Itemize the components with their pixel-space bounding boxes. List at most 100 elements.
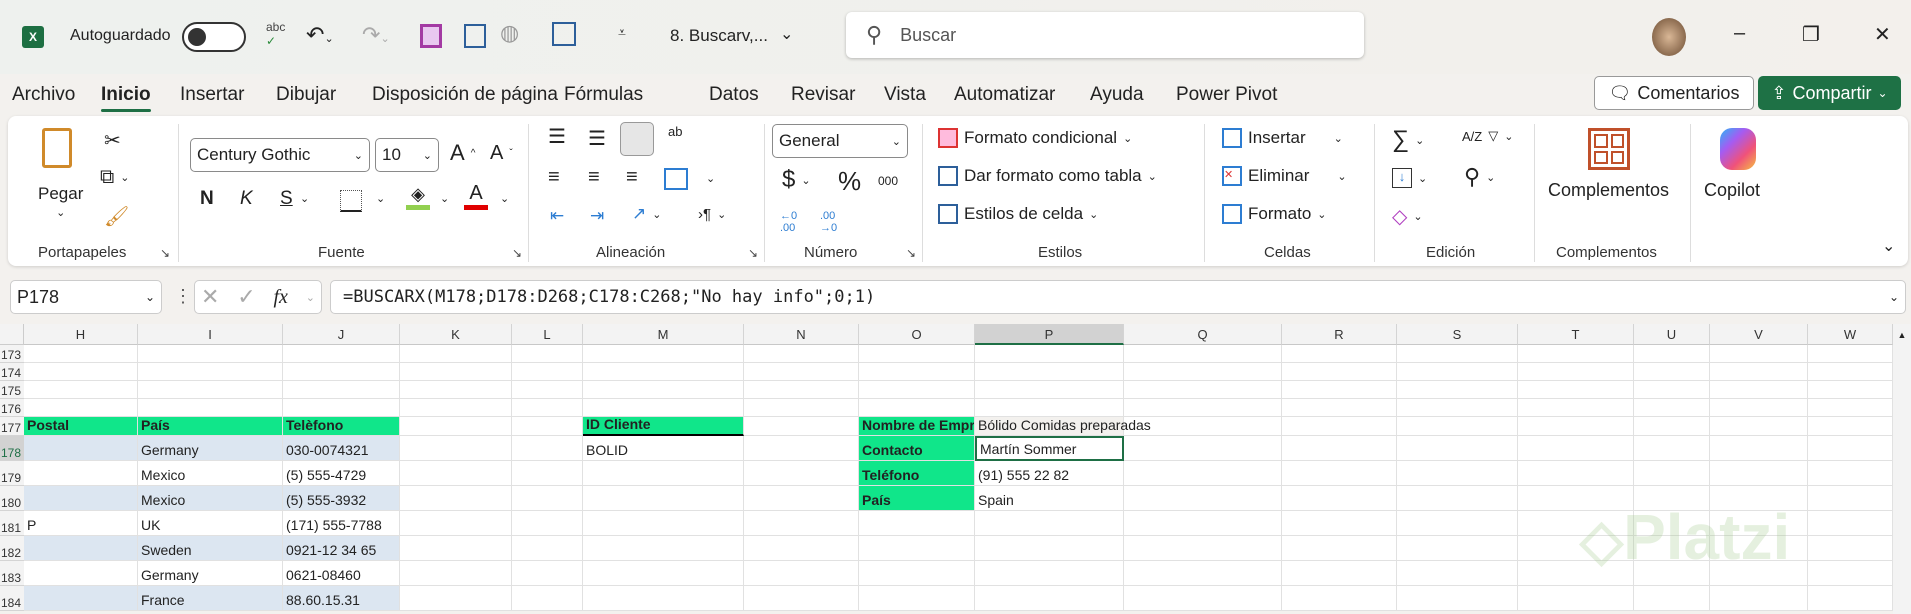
cell-S182[interactable] [1397,536,1518,561]
cell-L178[interactable] [512,436,583,461]
cell-Q182[interactable] [1124,536,1282,561]
spelling-icon[interactable]: abc ✓ [266,20,285,48]
cell-K173[interactable] [400,345,512,363]
cell-M177[interactable]: ID Cliente [583,417,744,436]
cell-P179[interactable]: (91) 555 22 82 [975,461,1124,486]
chevron-down-icon[interactable]: ⌄ [706,172,715,185]
cell-K177[interactable] [400,417,512,436]
cell-I180[interactable]: Mexico [138,486,283,511]
cell-J173[interactable] [283,345,400,363]
cell-L182[interactable] [512,536,583,561]
cell-W179[interactable] [1808,461,1893,486]
select-all-button[interactable] [0,324,24,345]
cell-Q173[interactable] [1124,345,1282,363]
currency-button[interactable]: $ ⌄ [782,166,811,194]
cell-O183[interactable] [859,561,975,586]
cell-V177[interactable] [1710,417,1808,436]
tab-revisar[interactable]: Revisar [791,84,855,106]
cell-L181[interactable] [512,511,583,536]
column-header-Q[interactable]: Q [1124,324,1282,345]
format-painter-icon[interactable]: 🖌 [104,204,129,229]
cell-H181[interactable]: P [24,511,138,536]
cell-R178[interactable] [1282,436,1397,461]
cell-M184[interactable] [583,586,744,611]
cell-S183[interactable] [1397,561,1518,586]
name-box[interactable]: P178 ⌄ [10,280,162,314]
cell-J174[interactable] [283,363,400,381]
cell-H174[interactable] [24,363,138,381]
increase-font-button[interactable]: A ^ [450,140,475,166]
cell-O179[interactable]: Teléfono [859,461,975,486]
row-header-181[interactable]: 181 [0,511,24,536]
cell-J183[interactable]: 0621-08460 [283,561,400,586]
cell-M179[interactable] [583,461,744,486]
cell-K182[interactable] [400,536,512,561]
table-format-icon[interactable] [552,22,576,46]
tab-datos[interactable]: Datos [709,84,759,106]
cell-U173[interactable] [1634,345,1710,363]
cell-K180[interactable] [400,486,512,511]
clear-button[interactable]: ◇ ⌄ [1392,204,1423,229]
cell-U175[interactable] [1634,381,1710,399]
fill-down-button[interactable]: ↓ ⌄ [1392,168,1427,188]
cell-Q174[interactable] [1124,363,1282,381]
cell-N177[interactable] [744,417,859,436]
cell-P178[interactable]: Martín Sommer [975,436,1124,461]
undo-icon[interactable]: ↶⌄ [306,22,334,48]
cell-Q183[interactable] [1124,561,1282,586]
cell-I174[interactable] [138,363,283,381]
cell-K174[interactable] [400,363,512,381]
cell-P181[interactable] [975,511,1124,536]
cell-O176[interactable] [859,399,975,417]
cell-S176[interactable] [1397,399,1518,417]
cell-S175[interactable] [1397,381,1518,399]
cell-I183[interactable]: Germany [138,561,283,586]
cell-J178[interactable]: 030-0074321 [283,436,400,461]
copilot-icon[interactable] [1720,128,1756,170]
cell-T178[interactable] [1518,436,1634,461]
column-header-N[interactable]: N [744,324,859,345]
vertical-scrollbar[interactable]: ▲ [1893,324,1911,614]
tab-automatizar[interactable]: Automatizar [954,84,1055,106]
dialog-launcher-icon[interactable]: ↘ [512,246,522,260]
cell-P177[interactable]: Bólido Comidas preparadas [975,417,1151,436]
file-name-chevron-icon[interactable]: ⌄ [780,24,793,44]
tab-inicio[interactable]: Inicio [101,84,151,112]
cell-O184[interactable] [859,586,975,611]
cell-N183[interactable] [744,561,859,586]
restore-button[interactable]: ❐ [1802,22,1820,47]
cell-N181[interactable] [744,511,859,536]
cell-H180[interactable] [24,486,138,511]
cell-W173[interactable] [1808,345,1893,363]
align-center-icon[interactable]: ≡ [588,166,600,189]
dialog-launcher-icon[interactable]: ↘ [906,246,916,260]
row-header-183[interactable]: 183 [0,561,24,586]
cell-L184[interactable] [512,586,583,611]
cell-Q184[interactable] [1124,586,1282,611]
addins-button[interactable]: Complementos [1548,180,1669,201]
cell-H173[interactable] [24,345,138,363]
italic-button[interactable]: K [240,188,253,210]
paste-icon[interactable] [42,128,72,168]
row-header-174[interactable]: 174 [0,363,24,381]
cell-V173[interactable] [1710,345,1808,363]
cell-K183[interactable] [400,561,512,586]
cell-P173[interactable] [975,345,1124,363]
font-color-button[interactable]: A [464,182,488,210]
column-header-H[interactable]: H [24,324,138,345]
cell-N180[interactable] [744,486,859,511]
decrease-font-button[interactable]: Aˇ [490,142,513,165]
column-header-T[interactable]: T [1518,324,1634,345]
find-button[interactable]: ⚲ ⌄ [1464,164,1495,190]
cell-I179[interactable]: Mexico [138,461,283,486]
formula-input[interactable]: =BUSCARX(M178;D178:D268;C178:C268;"No ha… [330,280,1906,314]
chevron-down-icon[interactable]: ⌄ [376,192,385,205]
cell-J179[interactable]: (5) 555-4729 [283,461,400,486]
text-direction-icon[interactable]: ›¶ ⌄ [698,206,726,223]
cell-V184[interactable] [1710,586,1808,611]
cell-M181[interactable] [583,511,744,536]
column-header-P[interactable]: P [975,324,1124,345]
comments-button[interactable]: 🗨 Comentarios [1594,76,1754,110]
cell-P180[interactable]: Spain [975,486,1124,511]
column-header-O[interactable]: O [859,324,975,345]
